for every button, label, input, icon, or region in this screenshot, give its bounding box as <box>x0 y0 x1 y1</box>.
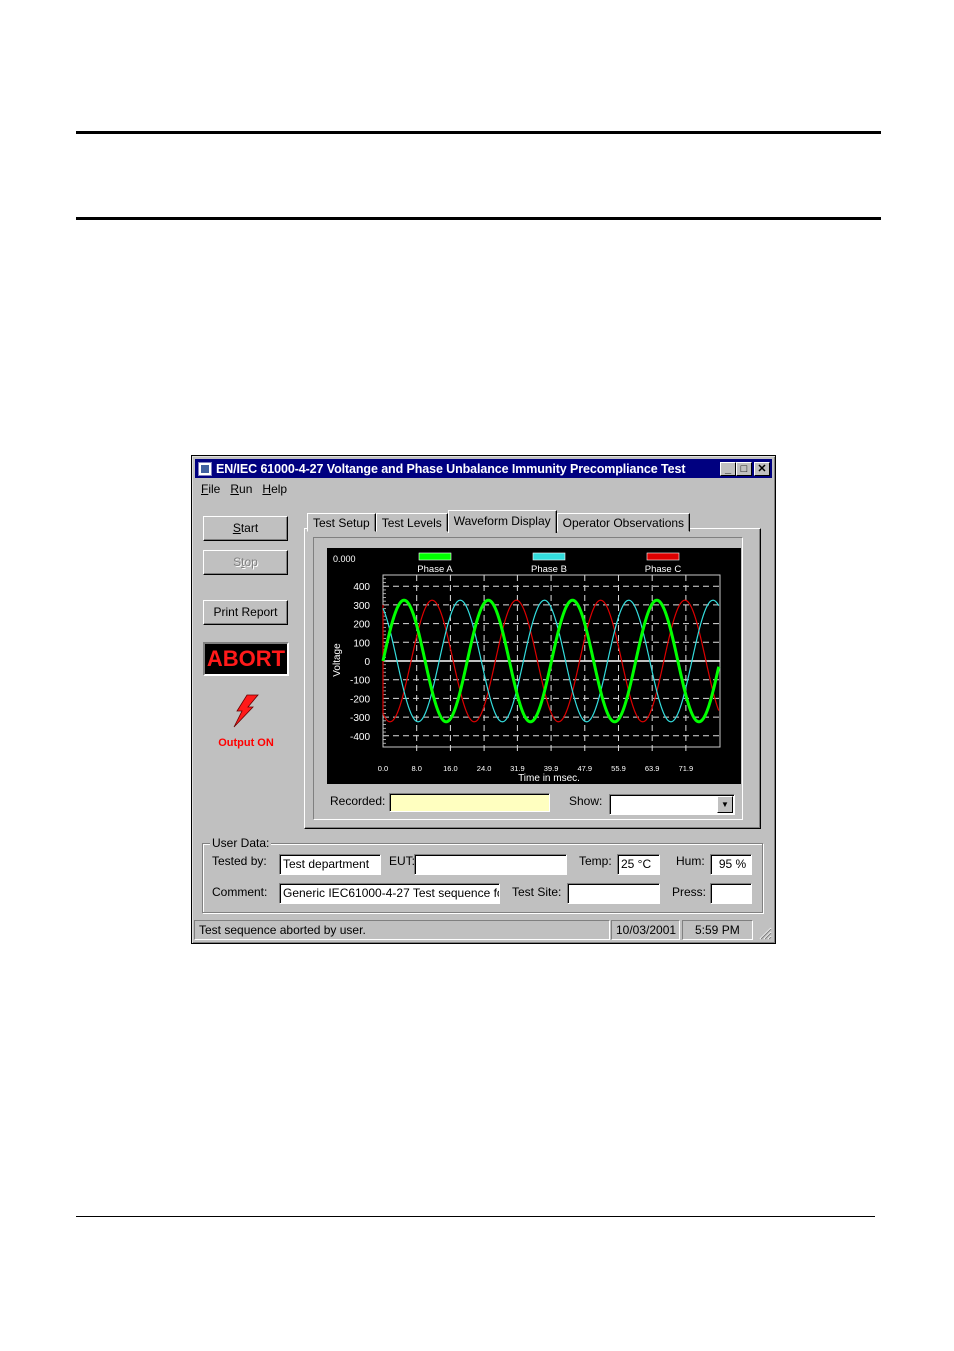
tab-waveform-display[interactable]: Waveform Display <box>447 510 557 533</box>
app-icon[interactable] <box>198 461 212 476</box>
y-tick-label: -100 <box>350 676 370 687</box>
waveform-chart: 0.000 Phase A Phase B Phase C 400 300 200 100… <box>327 548 741 784</box>
title-bar[interactable]: EN/IEC 61000-4-27 Voltange and Phase Unb… <box>195 459 772 478</box>
status-time: 5:59 PM <box>682 920 753 940</box>
tab-test-setup[interactable]: Test Setup <box>307 513 376 532</box>
print-report-button[interactable]: Print Report <box>203 600 288 625</box>
header-rule-top <box>76 131 881 134</box>
menu-help-mnemonic: H <box>262 482 272 496</box>
start-button[interactable]: Start <box>203 516 288 541</box>
x-axis-ticks: 0.0 8.0 16.0 24.0 31.9 39.9 47.9 55.9 63.9 71.9 <box>378 764 693 773</box>
menu-help-label: elp <box>271 482 288 496</box>
tested-by-field[interactable]: Test department <box>279 854 381 875</box>
comment-field[interactable]: Generic IEC61000-4-27 Test sequence for <box>279 883 500 904</box>
menu-bar: File Run Help <box>201 482 287 496</box>
y-axis-ticks: 400 300 200 100 0 -100 -200 -300 -400 <box>350 582 370 743</box>
x-tick-label: 63.9 <box>645 764 660 773</box>
x-axis-label: Time in msec. <box>518 773 580 784</box>
x-tick-label: 47.9 <box>577 764 592 773</box>
y-axis-label: Voltage <box>332 643 343 677</box>
recorded-field[interactable] <box>389 793 550 812</box>
menu-help[interactable]: Help <box>262 482 287 496</box>
press-label: Press: <box>672 885 707 899</box>
x-tick-label: 71.9 <box>679 764 694 773</box>
tab-strip: Test Setup Test Levels Waveform Display … <box>307 509 691 533</box>
y-tick-label: 300 <box>353 601 370 612</box>
menu-run-mnemonic: R <box>230 482 240 496</box>
chart-legend: Phase A Phase B Phase C <box>417 552 682 575</box>
legend-label-2: Phase C <box>645 564 682 575</box>
status-message: Test sequence aborted by user. <box>194 920 610 940</box>
hum-field[interactable]: 95 % <box>710 854 752 875</box>
recorded-label: Recorded: <box>330 794 386 808</box>
eut-field[interactable] <box>414 854 567 875</box>
show-select[interactable]: ▼ <box>609 794 735 815</box>
close-icon: ✕ <box>757 462 767 475</box>
output-status: Output ON <box>218 737 274 749</box>
x-tick-label: 39.9 <box>544 764 559 773</box>
y-tick-label: -400 <box>350 732 370 743</box>
menu-file-label: ile <box>208 482 221 496</box>
x-tick-label: 24.0 <box>477 764 492 773</box>
y-tick-label: 400 <box>353 582 370 593</box>
tab-test-levels[interactable]: Test Levels <box>375 513 448 532</box>
press-field[interactable] <box>710 883 752 904</box>
y-tick-label: 0 <box>364 657 370 668</box>
corner-readout: 0.000 <box>333 554 356 564</box>
x-tick-label: 8.0 <box>411 764 421 773</box>
x-tick-label: 0.0 <box>378 764 388 773</box>
eut-label: EUT: <box>389 854 416 868</box>
tab-operator-observations[interactable]: Operator Observations <box>556 513 691 532</box>
show-label: Show: <box>569 794 603 808</box>
legend-label-1: Phase B <box>531 564 567 575</box>
footer-rule <box>76 1216 875 1217</box>
menu-run[interactable]: Run <box>230 482 252 496</box>
hum-label: Hum: <box>676 854 705 868</box>
start-mnemonic: S <box>232 521 241 535</box>
minimize-button[interactable]: _ <box>720 461 736 476</box>
abort-button[interactable]: ABORT <box>203 642 289 676</box>
temp-label: Temp: <box>579 854 612 868</box>
lightning-bolt-icon <box>233 694 259 728</box>
comment-label: Comment: <box>212 885 268 899</box>
legend-swatch-0 <box>418 552 452 561</box>
start-label: tart <box>240 521 259 535</box>
maximize-icon: □ <box>740 462 748 475</box>
close-button[interactable]: ✕ <box>754 461 770 476</box>
x-tick-label: 55.9 <box>611 764 626 773</box>
tested-by-label: Tested by: <box>212 854 267 868</box>
test-site-label: Test Site: <box>512 885 562 899</box>
status-date: 10/03/2001 <box>611 920 680 940</box>
menu-file[interactable]: File <box>201 482 220 496</box>
legend-swatch-1 <box>532 552 566 561</box>
waveform-chart-svg: 0.000 Phase A Phase B Phase C 400 300 200 100… <box>332 552 721 784</box>
minimize-icon: _ <box>724 462 732 475</box>
x-tick-label: 31.9 <box>510 764 525 773</box>
resize-grip-icon[interactable] <box>758 926 772 940</box>
window-title: EN/IEC 61000-4-27 Voltange and Phase Unb… <box>216 461 686 476</box>
y-tick-label: -300 <box>350 713 370 724</box>
test-site-field[interactable] <box>567 883 660 904</box>
stop-label-pre: S <box>233 555 242 569</box>
legend-swatch-2 <box>646 552 680 561</box>
temp-field[interactable]: 25 °C <box>617 854 660 875</box>
y-tick-label: 100 <box>353 638 370 649</box>
stop-button[interactable]: Stop <box>203 550 288 575</box>
legend-label-0: Phase A <box>417 564 453 575</box>
header-rule-bottom <box>76 217 881 220</box>
y-tick-label: -200 <box>350 694 370 705</box>
x-tick-label: 16.0 <box>443 764 458 773</box>
menu-run-label: un <box>239 482 253 496</box>
user-data-legend: User Data: <box>210 836 272 850</box>
y-tick-label: 200 <box>353 620 370 631</box>
stop-label-rest: op <box>244 555 258 569</box>
maximize-button[interactable]: □ <box>736 461 752 476</box>
chevron-down-icon[interactable]: ▼ <box>717 796 733 813</box>
